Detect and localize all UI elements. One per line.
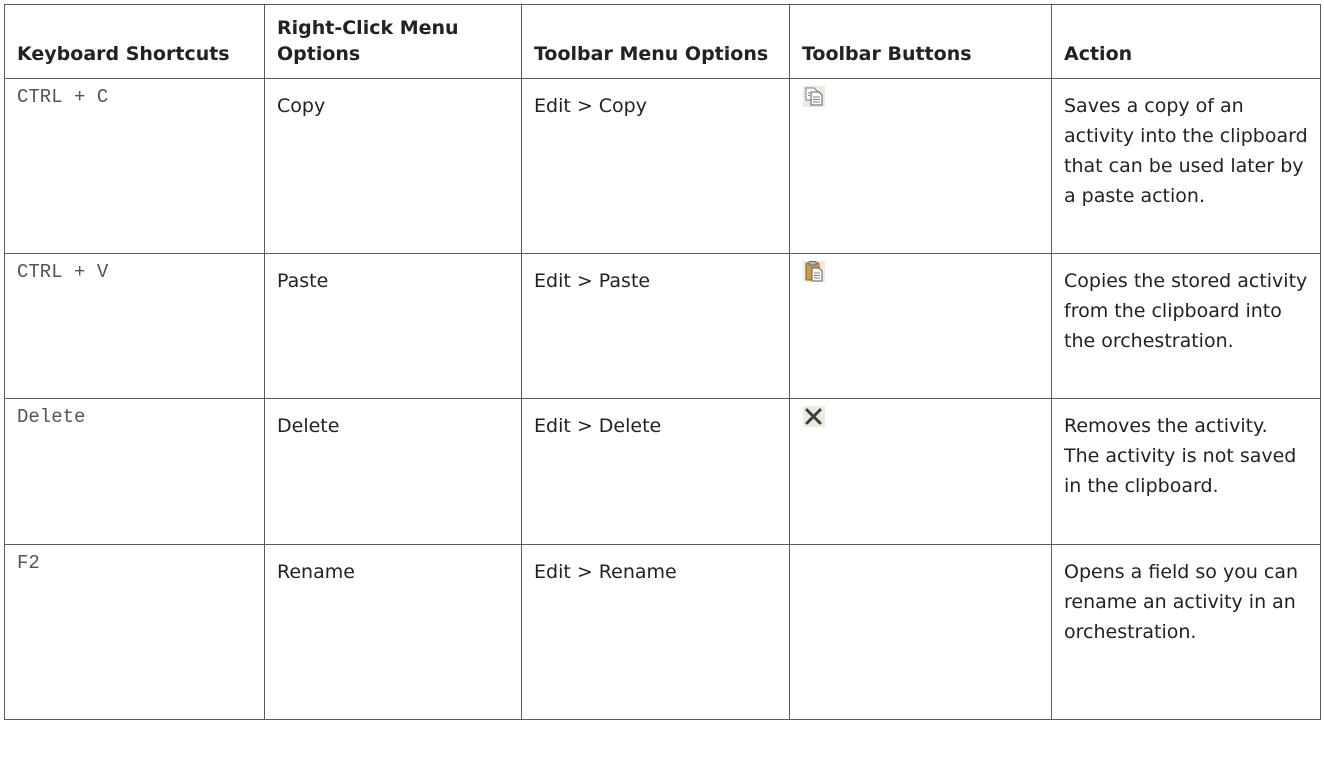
shortcut-cell: CTRL + C bbox=[4, 78, 265, 254]
header-toolbar-menu-options: Toolbar Menu Options bbox=[521, 4, 790, 79]
header-right-click-menu-options: Right-Click Menu Options bbox=[264, 4, 522, 79]
right-click-cell: Rename bbox=[264, 544, 522, 720]
header-keyboard-shortcuts: Keyboard Shortcuts bbox=[4, 4, 265, 79]
table-row: Delete Delete Edit > Delete Removes the … bbox=[4, 398, 1321, 545]
table-row: CTRL + V Paste Edit > Paste Copies the s… bbox=[4, 253, 1321, 399]
table-row: F2 Rename Edit > Rename Opens a field so… bbox=[4, 544, 1321, 720]
toolbar-menu-cell: Edit > Paste bbox=[521, 253, 790, 399]
action-cell: Opens a field so you can rename an activ… bbox=[1051, 544, 1321, 720]
table-header-row: Keyboard Shortcuts Right-Click Menu Opti… bbox=[4, 4, 1321, 79]
shortcut-cell: Delete bbox=[4, 398, 265, 545]
toolbar-menu-cell: Edit > Rename bbox=[521, 544, 790, 720]
right-click-cell: Paste bbox=[264, 253, 522, 399]
header-toolbar-buttons: Toolbar Buttons bbox=[789, 4, 1052, 79]
paste-icon bbox=[802, 258, 826, 284]
right-click-cell: Copy bbox=[264, 78, 522, 254]
action-cell: Saves a copy of an activity into the cli… bbox=[1051, 78, 1321, 254]
header-action: Action bbox=[1051, 4, 1321, 79]
toolbar-button-cell bbox=[789, 78, 1052, 254]
toolbar-button-cell bbox=[789, 253, 1052, 399]
toolbar-button-cell bbox=[789, 398, 1052, 545]
toolbar-menu-cell: Edit > Delete bbox=[521, 398, 790, 545]
shortcut-cell: CTRL + V bbox=[4, 253, 265, 399]
table-row: CTRL + C Copy Edit > Copy Saves a copy o… bbox=[4, 78, 1321, 254]
toolbar-button-cell bbox=[789, 544, 1052, 720]
shortcut-cell: F2 bbox=[4, 544, 265, 720]
right-click-cell: Delete bbox=[264, 398, 522, 545]
action-cell: Copies the stored activity from the clip… bbox=[1051, 253, 1321, 399]
delete-icon bbox=[802, 403, 826, 429]
shortcuts-table: Keyboard Shortcuts Right-Click Menu Opti… bbox=[4, 4, 1321, 720]
toolbar-menu-cell: Edit > Copy bbox=[521, 78, 790, 254]
copy-icon bbox=[802, 83, 826, 109]
action-cell: Removes the activity. The activity is no… bbox=[1051, 398, 1321, 545]
